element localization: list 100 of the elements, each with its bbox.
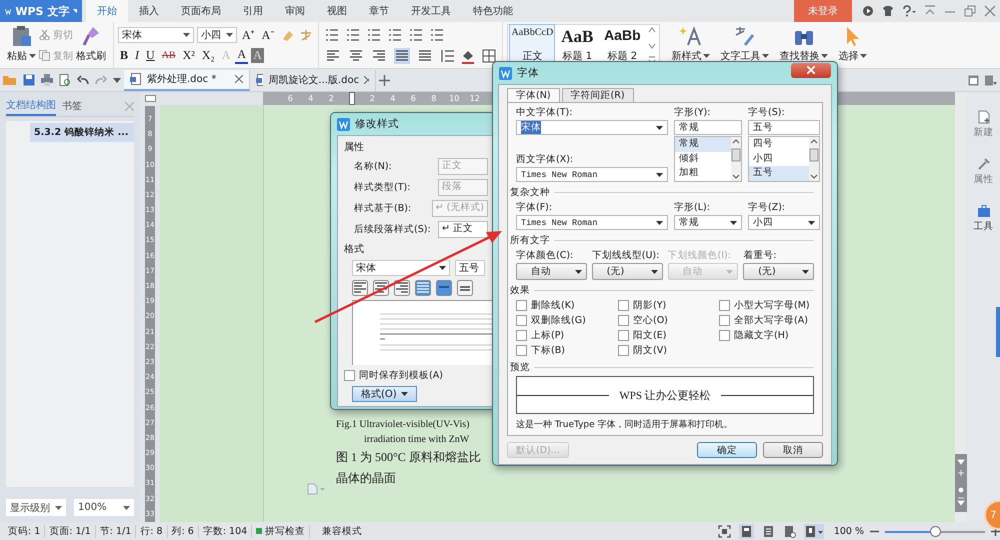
save-icon[interactable]	[23, 74, 35, 86]
checkbox[interactable]: 阳文(E)	[618, 329, 719, 342]
list-option[interactable]: 五号	[749, 166, 809, 180]
western-font-select[interactable]: Times New Roman	[516, 167, 668, 182]
font-size-field[interactable]: 五号	[748, 120, 820, 135]
paragraph-tool-icon[interactable]	[387, 26, 404, 42]
dialog-button[interactable]: 取消	[763, 442, 823, 458]
checkbox[interactable]: 空心(O)	[618, 314, 719, 327]
line-spacing-button[interactable]	[457, 280, 473, 296]
list-option[interactable]: 加粗	[675, 166, 731, 180]
window-icon[interactable]	[968, 74, 979, 86]
ribbon-tab[interactable]: 特色功能	[462, 0, 524, 22]
list-option[interactable]: 小四	[749, 152, 809, 166]
font-style-field[interactable]: 常规	[674, 120, 742, 135]
navigation-tab[interactable]: 书签	[62, 96, 82, 116]
collapse-ribbon-icon[interactable]	[924, 5, 936, 17]
format-button[interactable]: I	[133, 48, 142, 63]
caret-icon[interactable]	[113, 78, 121, 82]
checkbox[interactable]: 双删除线(G)	[516, 314, 618, 327]
tab-stop-selector[interactable]	[144, 95, 156, 102]
ribbon-tab[interactable]: 审阅	[274, 0, 316, 22]
dialog-tab[interactable]: 字体(N)	[507, 88, 560, 102]
side-pane-button[interactable]: 新建	[974, 110, 994, 139]
scrollbar[interactable]	[809, 137, 819, 181]
list-option[interactable]: 倾斜	[675, 152, 731, 166]
add-tab-icon[interactable]	[379, 74, 390, 86]
side-pane-button[interactable]: 属性	[974, 157, 994, 186]
ribbon-tab[interactable]: 页面布局	[170, 0, 232, 22]
outline-view-icon[interactable]	[762, 524, 775, 538]
line-spacing-button[interactable]	[436, 280, 452, 296]
spell-check-status[interactable]: 拼写检查	[252, 524, 310, 538]
align-button[interactable]	[393, 48, 412, 64]
format-button[interactable]: X₂	[200, 48, 217, 63]
document-tab[interactable]: 周凯旋论文...版.doc	[250, 70, 376, 90]
printer-icon[interactable]	[41, 74, 53, 86]
circle-play-icon[interactable]	[862, 5, 874, 17]
font-name-select[interactable]: 宋体	[352, 260, 450, 276]
checkbox[interactable]: 上标(P)	[516, 329, 618, 342]
style-field[interactable]: ↵ 正文	[438, 221, 488, 238]
page-view-icon[interactable]	[738, 524, 754, 538]
font-size-select[interactable]: 五号	[455, 260, 485, 276]
undo-icon[interactable]	[77, 74, 89, 86]
list-option[interactable]: 四号	[749, 137, 809, 152]
fullscreen-icon[interactable]	[718, 524, 731, 538]
checkbox[interactable]: 下标(B)	[516, 344, 618, 357]
ribbon-tab[interactable]: 开发工具	[400, 0, 462, 22]
dialog-button[interactable]: 确定	[697, 442, 757, 458]
format-dropdown-button[interactable]: 格式(O)	[352, 386, 417, 402]
side-handle[interactable]	[996, 307, 1000, 357]
checkbox[interactable]: 隐藏文字(H)	[719, 329, 814, 342]
complex-size-select[interactable]: 小四	[748, 215, 820, 230]
page-navigation-icon[interactable]	[955, 454, 967, 512]
web-view-icon[interactable]	[782, 524, 796, 538]
reading-mode-icon[interactable]	[804, 524, 824, 538]
ribbon-tab[interactable]: 视图	[316, 0, 358, 22]
ribbon-tool-button[interactable]: 文字工具	[717, 24, 772, 66]
dropdown-button[interactable]: (无)	[743, 263, 814, 280]
paste-button[interactable]: 粘贴	[4, 24, 39, 66]
checkbox[interactable]: 小型大写字母(M)	[719, 299, 814, 312]
style-preset[interactable]: AaB 标题 1	[555, 25, 600, 65]
ribbon-tab[interactable]: 章节	[358, 0, 400, 22]
checkbox[interactable]: 阴影(Y)	[618, 299, 719, 312]
checkbox[interactable]: 全部大写字母(A)	[719, 314, 814, 327]
complex-font-select[interactable]: Times New Roman	[516, 215, 668, 230]
font-size-select[interactable]: 小四	[197, 26, 237, 42]
ribbon-tool-button[interactable]: 选择	[835, 24, 870, 66]
dropdown-button[interactable]: 自动	[516, 263, 587, 280]
ribbon-tab[interactable]: 引用	[232, 0, 274, 22]
zoom-slider[interactable]	[885, 526, 985, 536]
format-button[interactable]: X²	[180, 48, 197, 63]
format-painter-button[interactable]: 格式刷	[73, 24, 109, 66]
border-icon[interactable]	[481, 48, 498, 64]
restore-icon[interactable]	[964, 5, 976, 17]
checkbox[interactable]: 同时保存到模板(A)	[344, 369, 488, 382]
dialog-tab[interactable]: 字符间距(R)	[562, 88, 634, 102]
ribbon-tab[interactable]: 插入	[128, 0, 170, 22]
chinese-font-select[interactable]: 宋体	[516, 120, 668, 135]
outline-item[interactable]: 5.3.2 钨酸锌纳米 ...	[30, 123, 134, 142]
font-size-step-button[interactable]: A⁻	[260, 26, 276, 43]
format-button[interactable]: U	[144, 48, 157, 63]
scrollbar[interactable]	[731, 137, 741, 181]
slider-thumb[interactable]	[930, 526, 940, 536]
document-tab[interactable]: 紫外处理.doc *	[124, 70, 250, 90]
format-button[interactable]: A	[235, 47, 248, 64]
close-button[interactable]	[791, 62, 831, 78]
font-name-select[interactable]: 宋体	[118, 26, 194, 42]
ribbon-tab[interactable]: 开始	[86, 0, 128, 22]
checkbox[interactable]: 删除线(K)	[516, 299, 618, 312]
ribbon-tool-button[interactable]: 新样式	[668, 24, 714, 66]
display-level-select[interactable]: 显示级别	[6, 499, 66, 516]
dropdown-button[interactable]: (无)	[592, 263, 662, 280]
align-button[interactable]	[352, 280, 368, 296]
app-menu-button[interactable]: WPS 文字	[0, 0, 82, 22]
align-button[interactable]	[394, 280, 410, 296]
format-button[interactable]: AB	[160, 50, 178, 61]
ribbon-tool-button[interactable]: 查找替换	[776, 24, 832, 66]
paragraph-tool-icon[interactable]	[429, 26, 446, 42]
style-preset[interactable]: AaBb 标题 2	[600, 25, 644, 65]
zoom-select[interactable]: 100%	[74, 499, 134, 516]
dropdown-window-icon[interactable]	[985, 74, 997, 86]
